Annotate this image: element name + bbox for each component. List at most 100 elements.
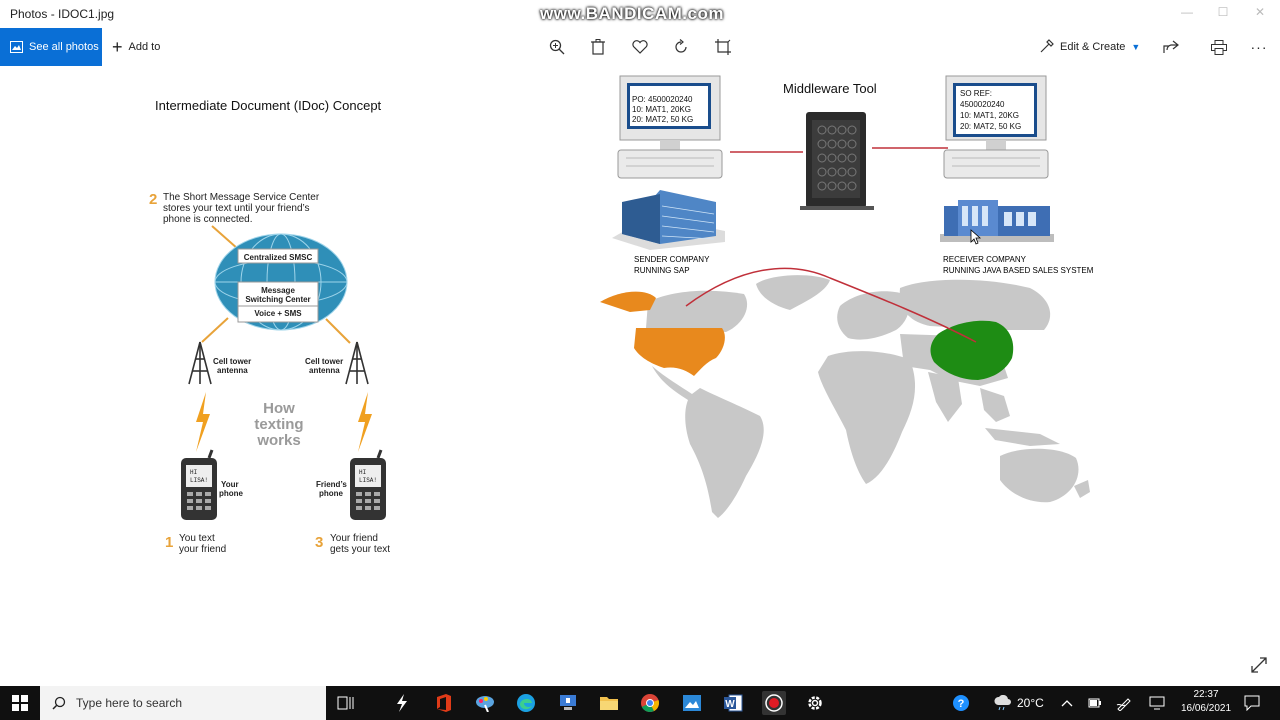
chevron-down-icon: ▼: [1131, 42, 1141, 52]
msc-label-line1: Message: [261, 286, 295, 295]
lightning-app-icon[interactable]: [390, 691, 414, 715]
step-2-number: 2: [149, 191, 157, 208]
centralized-smsc-label: Centralized SMSC: [244, 253, 313, 262]
receiver-screen-line2: 4500020240: [960, 100, 1005, 109]
photo-viewer-canvas: Intermediate Document (IDoc) Concept Mid…: [0, 66, 1280, 686]
task-view-icon[interactable]: [334, 691, 358, 715]
delete-icon[interactable]: [589, 38, 607, 56]
cell-tower-left-label-line2: antenna: [217, 366, 248, 375]
friends-phone-screen-line1: HI: [359, 469, 366, 476]
receiver-screen-line1: SO REF:: [960, 89, 992, 98]
lightning-right-icon: [358, 392, 372, 452]
photos-icon: [10, 41, 23, 53]
edge-browser-icon[interactable]: [514, 691, 538, 715]
zoom-icon[interactable]: [548, 38, 566, 56]
close-button[interactable]: ✕: [1250, 5, 1270, 23]
paint-3d-icon[interactable]: [473, 691, 497, 715]
sender-building-icon: [612, 190, 725, 250]
msc-label-line2: Switching Center: [245, 295, 310, 304]
windows-taskbar: Type here to search W ? 20°C 22:37 16/06…: [0, 686, 1280, 720]
chrome-icon[interactable]: [638, 691, 662, 715]
cloud-rain-icon: [994, 695, 1011, 711]
crop-icon[interactable]: [714, 38, 732, 56]
taskbar-search-box[interactable]: Type here to search: [40, 686, 326, 720]
favorite-heart-icon[interactable]: [631, 38, 649, 56]
friends-phone-label-line1: Friend’s: [316, 480, 347, 489]
weather-widget[interactable]: 20°C: [993, 686, 1044, 720]
step-2-text-line2: stores your text until your friend’s: [163, 203, 310, 214]
edit-create-button[interactable]: Edit & Create ▼: [1040, 28, 1140, 66]
edit-create-icon: [1040, 38, 1054, 56]
voice-sms-label: Voice + SMS: [254, 309, 302, 318]
svg-text:W: W: [725, 699, 735, 710]
add-to-button[interactable]: + Add to: [112, 28, 160, 66]
receiver-building-icon: [940, 200, 1054, 242]
rotate-icon[interactable]: [672, 38, 690, 56]
middleware-server-icon: [800, 112, 874, 210]
window-title: Photos - IDOC1.jpg: [10, 7, 115, 21]
start-windows-icon[interactable]: [8, 691, 32, 715]
step-3-line2: gets your text: [330, 544, 390, 555]
step-3-number: 3: [315, 534, 323, 551]
search-icon: [52, 696, 66, 710]
photos-toolbar: See all photos + Add to Edit & Create ▼ …: [0, 28, 1280, 66]
settings-gear-icon[interactable]: [803, 691, 827, 715]
step-1-line2: your friend: [179, 544, 226, 555]
sender-screen-line2: 10: MAT1, 20KG: [632, 105, 691, 114]
see-all-photos-label: See all photos: [29, 41, 99, 53]
sender-screen-line3: 20: MAT2, 50 KG: [632, 115, 693, 124]
cell-tower-left-icon: [188, 341, 212, 385]
bandicam-record-icon[interactable]: [762, 691, 786, 715]
fullscreen-icon[interactable]: [1250, 656, 1270, 676]
add-to-label: Add to: [128, 41, 161, 53]
see-all-photos-button[interactable]: See all photos: [0, 28, 102, 66]
edit-create-label: Edit & Create: [1060, 41, 1126, 53]
sender-label-line2: RUNNING SAP: [634, 266, 690, 275]
cell-tower-right-label-line2: antenna: [309, 366, 340, 375]
help-icon[interactable]: ?: [952, 686, 970, 720]
friends-phone-screen-line2: LISA!: [359, 477, 377, 484]
how-texting-works-line3: works: [256, 432, 300, 449]
more-options-icon[interactable]: ···: [1250, 38, 1268, 56]
receiver-label-line2: RUNNING JAVA BASED SALES SYSTEM: [943, 266, 1094, 275]
file-explorer-icon[interactable]: [597, 691, 621, 715]
clock-date: 16/06/2021: [1180, 703, 1232, 714]
sender-computer-icon: [617, 75, 723, 179]
maximize-button[interactable]: ☐: [1213, 5, 1233, 23]
step-2-text-line1: The Short Message Service Center: [163, 192, 320, 203]
system-clock[interactable]: 22:37 16/06/2021: [1176, 688, 1236, 716]
receiver-screen-line4: 20: MAT2, 50 KG: [960, 122, 1021, 131]
sender-screen-line1: PO: 4500020240: [632, 95, 693, 104]
remote-desktop-icon[interactable]: [556, 691, 580, 715]
cell-tower-right-icon: [345, 341, 369, 385]
svg-text:?: ?: [958, 698, 965, 710]
friends-phone-label-line2: phone: [319, 489, 344, 498]
title-bar: Photos - IDOC1.jpg www.BANDICAM.com — ☐ …: [0, 0, 1280, 28]
search-placeholder: Type here to search: [76, 696, 183, 710]
pen-workspace-icon[interactable]: [1116, 686, 1132, 720]
minimize-button[interactable]: —: [1177, 5, 1197, 23]
recording-watermark: www.BANDICAM.com: [540, 4, 724, 23]
display-icon[interactable]: [1149, 686, 1165, 720]
your-phone-screen-line1: HI: [190, 469, 197, 476]
how-texting-works-line2: texting: [254, 416, 303, 433]
chevron-up-icon[interactable]: [1061, 686, 1073, 720]
your-phone-label-line2: phone: [219, 489, 244, 498]
share-icon[interactable]: [1162, 38, 1180, 56]
receiver-label-line1: RECEIVER COMPANY: [943, 255, 1027, 264]
usa-highlight-mainland: [634, 328, 725, 376]
notifications-icon[interactable]: [1244, 686, 1260, 720]
battery-icon[interactable]: [1088, 686, 1102, 720]
office-icon[interactable]: [432, 691, 456, 715]
sender-label-line1: SENDER COMPANY: [634, 255, 710, 264]
cell-tower-right-label-line1: Cell tower: [305, 357, 343, 366]
plus-icon: +: [112, 37, 123, 57]
word-icon[interactable]: W: [721, 691, 745, 715]
photos-app-icon[interactable]: [680, 691, 704, 715]
cell-tower-left-label-line1: Cell tower: [213, 357, 251, 366]
idoc-diagram: 2 The Short Message Service Center store…: [149, 75, 1094, 555]
print-icon[interactable]: [1210, 38, 1228, 56]
your-phone-label-line1: Your: [221, 480, 239, 489]
friends-phone-icon: [350, 449, 386, 520]
step-1-number: 1: [165, 534, 173, 551]
